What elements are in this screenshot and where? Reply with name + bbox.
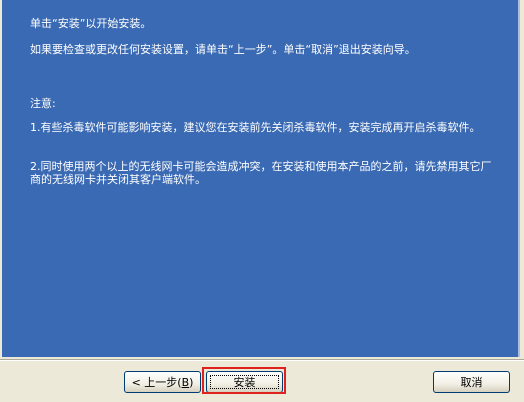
- instruction-text: 单击“安装”以开始安装。: [30, 17, 152, 30]
- installer-window: 单击“安装”以开始安装。 如果要检查或更改任何安装设置，请单击“上一步”。单击“…: [0, 0, 524, 402]
- footer-divider: [0, 359, 524, 361]
- back-button-suffix: ): [189, 375, 194, 389]
- back-button-hotkey: B: [181, 375, 190, 389]
- change-settings-text: 如果要检查或更改任何安装设置，请单击“上一步”。单击“取消”退出安装向导。: [30, 43, 416, 56]
- back-button-label: < 上一步(: [131, 376, 182, 389]
- notice-item-wireless: 2.同时使用两个以上的无线网卡可能会造成冲突，在安装和使用本产品的之前，请先禁用…: [30, 160, 492, 186]
- install-button[interactable]: 安装: [206, 371, 283, 393]
- install-button-label: 安装: [233, 376, 256, 389]
- cancel-button[interactable]: 取消: [433, 371, 510, 393]
- content-panel: 单击“安装”以开始安装。 如果要检查或更改任何安装设置，请单击“上一步”。单击“…: [2, 0, 520, 357]
- back-button[interactable]: < 上一步(B): [124, 371, 201, 393]
- notice-item-antivirus: 1.有些杀毒软件可能影响安装，建议您在安装前先关闭杀毒软件，安装完成再开启杀毒软…: [30, 121, 481, 134]
- button-bar: < 上一步(B) 安装 取消: [0, 362, 524, 402]
- notice-title: 注意:: [30, 97, 56, 110]
- cancel-button-label: 取消: [460, 376, 483, 389]
